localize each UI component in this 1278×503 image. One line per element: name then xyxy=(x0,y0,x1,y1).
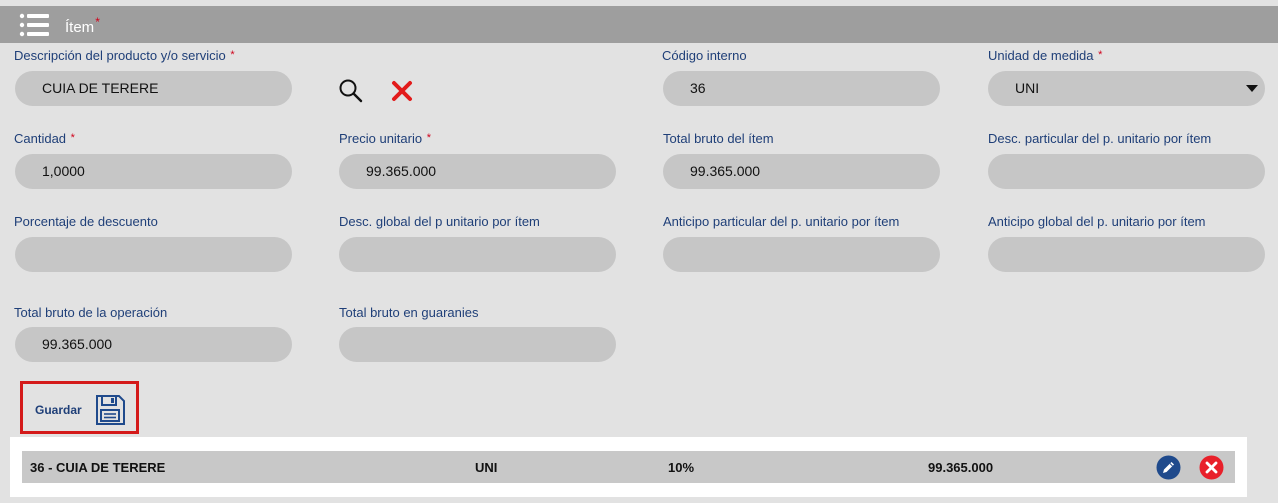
descripcion-input[interactable]: CUIA DE TERERE xyxy=(15,71,292,106)
unidad-select[interactable]: UNI xyxy=(988,71,1265,106)
close-circle-icon[interactable] xyxy=(1199,455,1224,480)
codigo-label: Código interno xyxy=(662,48,747,63)
total-operacion-input[interactable]: 99.365.000 xyxy=(15,327,292,362)
desc-particular-input[interactable] xyxy=(988,154,1265,189)
descripcion-label: Descripción del producto y/o servicio * xyxy=(14,48,235,63)
desc-global-label: Desc. global del p unitario por ítem xyxy=(339,214,540,229)
total-item-label: Total bruto del ítem xyxy=(663,131,774,146)
row-porcentaje: 10% xyxy=(668,460,695,475)
total-guaranies-label: Total bruto en guaranies xyxy=(339,305,479,320)
precio-label: Precio unitario * xyxy=(339,131,432,146)
anticipo-particular-label: Anticipo particular del p. unitario por … xyxy=(663,214,900,229)
menu-icon[interactable] xyxy=(19,12,51,38)
table-row: 36 - CUIA DE TERERE UNI 10% 99.365.000 xyxy=(22,451,1235,483)
row-unidad: UNI xyxy=(475,460,498,475)
total-guaranies-input[interactable] xyxy=(339,327,616,362)
header-title: Ítem* xyxy=(65,15,100,36)
anticipo-global-label: Anticipo global del p. unitario por ítem xyxy=(988,214,1206,229)
save-button[interactable]: Guardar xyxy=(20,381,139,434)
codigo-input[interactable]: 36 xyxy=(663,71,940,106)
pencil-icon[interactable] xyxy=(1156,455,1181,480)
cantidad-input[interactable]: 1,0000 xyxy=(15,154,292,189)
unidad-label: Unidad de medida * xyxy=(988,48,1103,63)
save-button-label: Guardar xyxy=(35,403,82,417)
desc-global-input[interactable] xyxy=(339,237,616,272)
search-icon[interactable] xyxy=(338,78,364,104)
row-descripcion: 36 - CUIA DE TERERE xyxy=(30,460,166,475)
desc-particular-label: Desc. particular del p. unitario por íte… xyxy=(988,131,1212,146)
anticipo-global-input[interactable] xyxy=(988,237,1265,272)
precio-input[interactable]: 99.365.000 xyxy=(339,154,616,189)
close-icon[interactable] xyxy=(391,80,413,102)
chevron-down-icon xyxy=(1246,85,1258,92)
item-header: Ítem* xyxy=(0,6,1278,43)
floppy-disk-icon xyxy=(96,395,125,425)
required-marker: * xyxy=(95,15,100,29)
anticipo-particular-input[interactable] xyxy=(663,237,940,272)
total-item-input[interactable]: 99.365.000 xyxy=(663,154,940,189)
items-table: 36 - CUIA DE TERERE UNI 10% 99.365.000 xyxy=(10,437,1247,497)
row-total: 99.365.000 xyxy=(928,460,994,475)
cantidad-label: Cantidad * xyxy=(14,131,75,146)
total-operacion-label: Total bruto de la operación xyxy=(14,305,168,320)
porcentaje-input[interactable] xyxy=(15,237,292,272)
porcentaje-label: Porcentaje de descuento xyxy=(14,214,158,229)
